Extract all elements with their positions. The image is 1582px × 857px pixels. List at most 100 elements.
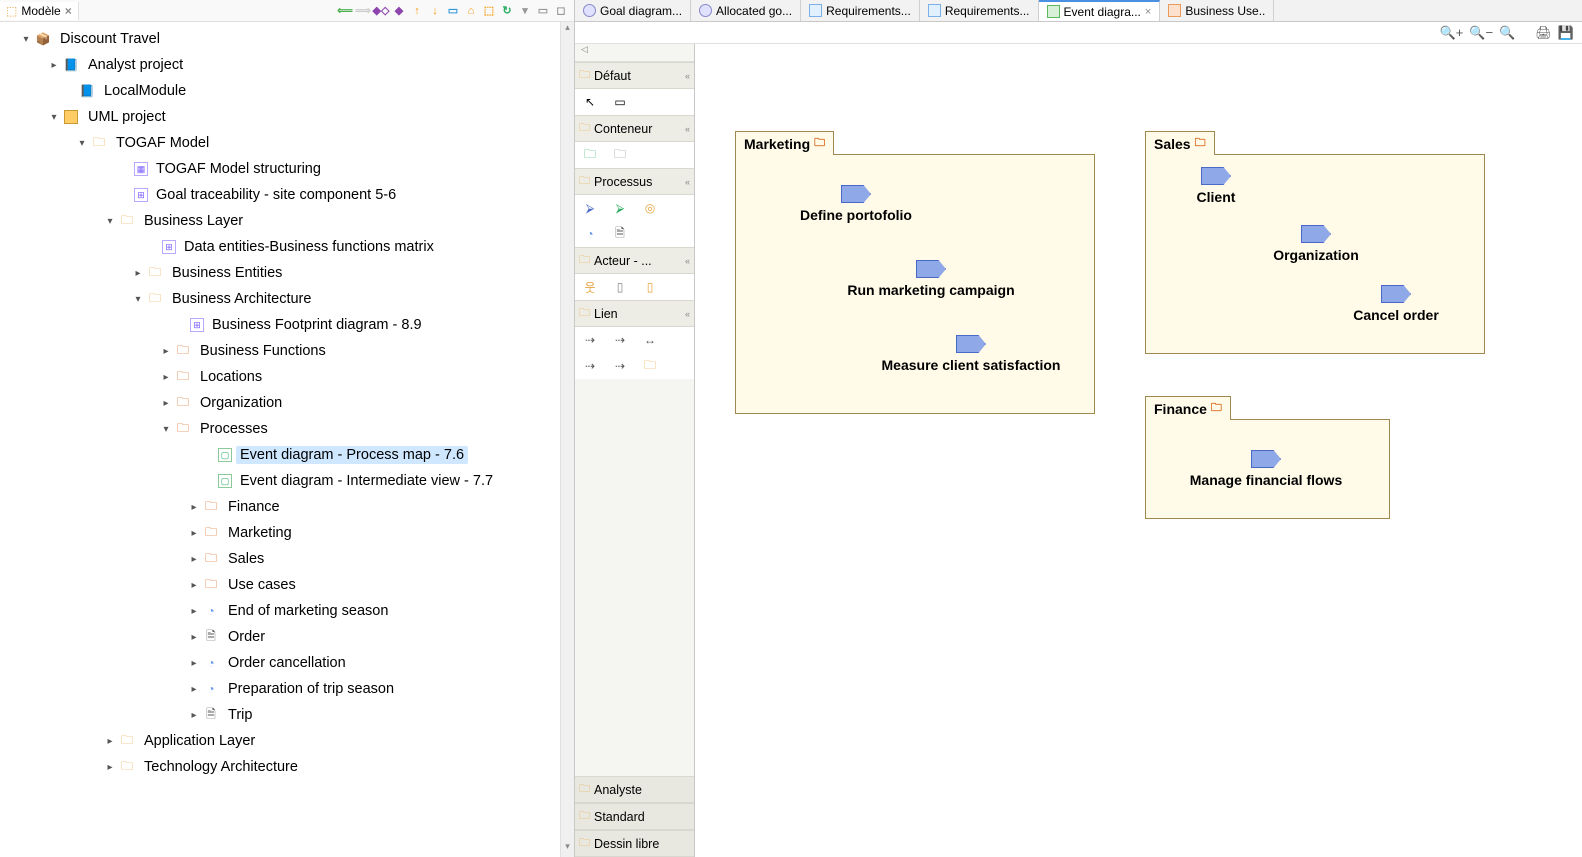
- up-arrow-icon[interactable]: ↑: [410, 4, 424, 18]
- package-finance[interactable]: Finance 🗀 Manage financial flows: [1145, 419, 1390, 519]
- package-tool-icon[interactable]: 🗀: [579, 146, 601, 164]
- tree-item-organization[interactable]: 🗀 Organization: [4, 390, 574, 416]
- vertical-scrollbar[interactable]: ▴ ▾: [560, 22, 574, 857]
- palette-group-container[interactable]: 🗀 Conteneur «: [575, 115, 694, 142]
- palette-group-dessin[interactable]: 🗀 Dessin libre: [575, 830, 694, 857]
- process-cancel-order[interactable]: Cancel order: [1316, 285, 1476, 323]
- palette-group-standard[interactable]: 🗀 Standard: [575, 803, 694, 830]
- twisty-open-icon[interactable]: [130, 294, 146, 305]
- tree-item-togaf[interactable]: 🗀 TOGAF Model: [4, 130, 574, 156]
- print-icon[interactable]: 🖨: [1535, 25, 1552, 41]
- twisty-open-icon[interactable]: [74, 138, 90, 149]
- process-tool-icon[interactable]: ⮚: [579, 199, 601, 217]
- tab-allocated-goals[interactable]: Allocated go...: [691, 0, 801, 21]
- close-icon[interactable]: ×: [65, 4, 72, 18]
- twisty-closed-icon[interactable]: [186, 554, 202, 565]
- twisty-open-icon[interactable]: [46, 112, 62, 123]
- tree-item-uml[interactable]: UML project: [4, 104, 574, 130]
- twisty-closed-icon[interactable]: [130, 268, 146, 279]
- twisty-open-icon[interactable]: [158, 424, 174, 435]
- link4-tool-icon[interactable]: ⇢: [579, 357, 601, 375]
- tree-item-usecases[interactable]: 🗀 Use cases: [4, 572, 574, 598]
- tree-item-processes[interactable]: 🗀 Processes: [4, 416, 574, 442]
- tree-item-finance[interactable]: 🗀 Finance: [4, 494, 574, 520]
- marquee-tool-icon[interactable]: ▭: [609, 93, 631, 111]
- twisty-closed-icon[interactable]: [186, 580, 202, 591]
- twisty-open-icon[interactable]: [18, 34, 34, 45]
- close-icon[interactable]: ×: [1145, 6, 1151, 18]
- palette-group-link[interactable]: 🗀 Lien «: [575, 300, 694, 327]
- palette-group-process[interactable]: 🗀 Processus «: [575, 168, 694, 195]
- tree-item-goaltrace[interactable]: ⊞ Goal traceability - site component 5-6: [4, 182, 574, 208]
- zoom-in-icon[interactable]: 🔍+: [1440, 25, 1464, 41]
- twisty-closed-icon[interactable]: [46, 60, 62, 71]
- package-tab-marketing[interactable]: Marketing 🗀: [735, 131, 834, 155]
- palette-group-actor[interactable]: 🗀 Acteur - ... «: [575, 247, 694, 274]
- twisty-closed-icon[interactable]: [186, 632, 202, 643]
- package-tab-finance[interactable]: Finance 🗀: [1145, 396, 1231, 420]
- package-sales[interactable]: Sales 🗀 Client Organization Cancel order: [1145, 154, 1485, 354]
- twisty-closed-icon[interactable]: [186, 606, 202, 617]
- process-manage-flows[interactable]: Manage financial flows: [1156, 450, 1376, 488]
- twisty-closed-icon[interactable]: [186, 528, 202, 539]
- process-organization[interactable]: Organization: [1236, 225, 1396, 263]
- tab-requirements-2[interactable]: Requirements...: [920, 0, 1039, 21]
- tree-item-locations[interactable]: 🗀 Locations: [4, 364, 574, 390]
- link-folder-tool-icon[interactable]: 🗀: [639, 357, 661, 375]
- diagram-canvas[interactable]: Marketing 🗀 Define portofolio Run market…: [695, 44, 1582, 857]
- org-tool-icon[interactable]: ▯: [639, 278, 661, 296]
- tab-business-usecase[interactable]: Business Use..: [1160, 0, 1274, 21]
- zoom-out-icon[interactable]: 🔍−: [1469, 25, 1493, 41]
- save-icon[interactable]: 💾: [1558, 25, 1574, 41]
- scroll-down-icon[interactable]: ▾: [561, 841, 574, 857]
- package-tab-sales[interactable]: Sales 🗀: [1145, 131, 1215, 155]
- down-arrow-icon[interactable]: ↓: [428, 4, 442, 18]
- palette-group-analyste[interactable]: 🗀 Analyste: [575, 776, 694, 803]
- process-green-tool-icon[interactable]: ⮚: [609, 199, 631, 217]
- refresh-icon[interactable]: ↻: [500, 4, 514, 18]
- tree-item-prep-trip[interactable]: ◔ Preparation of trip season: [4, 676, 574, 702]
- tab-event-diagram[interactable]: Event diagra... ×: [1039, 0, 1161, 21]
- tree-item-applayer[interactable]: 🗀 Application Layer: [4, 728, 574, 754]
- tree-item-bizentities[interactable]: 🗀 Business Entities: [4, 260, 574, 286]
- tree-item-datamatrix[interactable]: ⊞ Data entities-Business functions matri…: [4, 234, 574, 260]
- twisty-closed-icon[interactable]: [186, 658, 202, 669]
- tree-item-analyst[interactable]: 📘 Analyst project: [4, 52, 574, 78]
- process-client[interactable]: Client: [1156, 167, 1276, 205]
- tree-item-localmodule[interactable]: 📘 LocalModule: [4, 78, 574, 104]
- link1-tool-icon[interactable]: ⇢: [579, 331, 601, 349]
- tree-item-bizarch[interactable]: 🗀 Business Architecture: [4, 286, 574, 312]
- process-run-campaign[interactable]: Run marketing campaign: [806, 260, 1056, 298]
- home-icon[interactable]: ⌂: [464, 4, 478, 18]
- package-marketing[interactable]: Marketing 🗀 Define portofolio Run market…: [735, 154, 1095, 414]
- actor-tool-icon[interactable]: 웃: [579, 278, 601, 296]
- event-tool-icon[interactable]: ◔: [579, 225, 601, 243]
- model-tree[interactable]: 📦 Discount Travel 📘 Analyst project 📘 Lo…: [0, 22, 574, 784]
- tree-item-bizlayer[interactable]: 🗀 Business Layer: [4, 208, 574, 234]
- twisty-closed-icon[interactable]: [186, 684, 202, 695]
- forward-arrow-icon[interactable]: ⟹: [356, 4, 370, 18]
- tree-item-techarch[interactable]: 🗀 Technology Architecture: [4, 754, 574, 780]
- tree-item-footprint[interactable]: ⊞ Business Footprint diagram - 8.9: [4, 312, 574, 338]
- process-measure-satisfaction[interactable]: Measure client satisfaction: [846, 335, 1096, 373]
- tree-item-sales[interactable]: 🗀 Sales: [4, 546, 574, 572]
- twisty-closed-icon[interactable]: [102, 736, 118, 747]
- twisty-closed-icon[interactable]: [158, 372, 174, 383]
- tree-item-root[interactable]: 📦 Discount Travel: [4, 26, 574, 52]
- folder-tool-icon[interactable]: 🗀: [609, 146, 631, 164]
- tree-item-event-map[interactable]: ▢ Event diagram - Process map - 7.6: [4, 442, 574, 468]
- tree-item-end-season[interactable]: ◔ End of marketing season: [4, 598, 574, 624]
- back-arrow-icon[interactable]: ⟸: [338, 4, 352, 18]
- twisty-closed-icon[interactable]: [186, 502, 202, 513]
- tab-goal-diagram[interactable]: Goal diagram...: [575, 0, 691, 21]
- link2-tool-icon[interactable]: ⇢: [609, 331, 631, 349]
- view-menu-icon[interactable]: ▾: [518, 4, 532, 18]
- model-view-tab[interactable]: ⬚ Modèle ×: [0, 2, 79, 20]
- tree-item-trip[interactable]: 🗎 Trip: [4, 702, 574, 728]
- palette-collapse-arrow-icon[interactable]: ◁: [575, 44, 694, 62]
- tree-item-order-cancel[interactable]: ◔ Order cancellation: [4, 650, 574, 676]
- twisty-open-icon[interactable]: [102, 216, 118, 227]
- process-define-portfolio[interactable]: Define portofolio: [756, 185, 956, 223]
- minimize-icon[interactable]: ▭: [536, 4, 550, 18]
- tree-item-event-inter[interactable]: ▢ Event diagram - Intermediate view - 7.…: [4, 468, 574, 494]
